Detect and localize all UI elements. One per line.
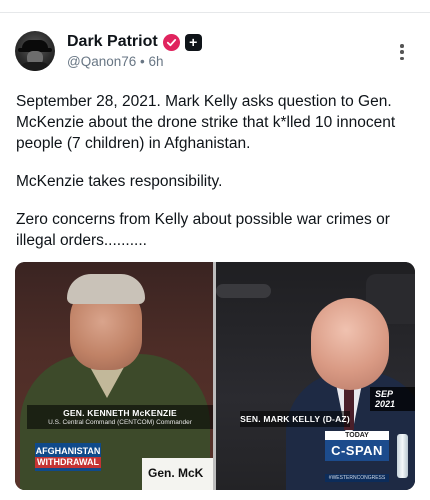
post-paragraph: Zero concerns from Kelly about possible … (16, 211, 390, 249)
more-dot (400, 50, 404, 54)
more-options-icon[interactable] (395, 42, 409, 62)
cspan-logo: C-SPAN (325, 440, 389, 461)
meta-separator: • (140, 54, 145, 69)
post-paragraph: September 28, 2021. Mark Kelly asks ques… (16, 93, 396, 152)
general-hair (67, 274, 145, 304)
author-handle[interactable]: @Qanon76 (67, 54, 136, 69)
verified-badge-icon (162, 33, 180, 51)
badge-line-2: WITHDRAWAL (35, 457, 101, 468)
background-lamp (216, 284, 271, 298)
post-timestamp[interactable]: 6h (149, 54, 164, 69)
left-caption-name: GEN. KENNETH McKENZIE (63, 408, 177, 418)
afghanistan-withdrawal-badge: AFGHANISTAN WITHDRAWAL (35, 443, 101, 471)
top-divider (0, 0, 430, 13)
date-tag: SEP 2021 (370, 387, 415, 411)
badge-line-1: AFGHANISTAN (35, 446, 101, 456)
post-body: September 28, 2021. Mark Kelly asks ques… (16, 91, 421, 268)
author-name-row: Dark Patriot + (67, 33, 202, 51)
cspan-today: TODAY (345, 432, 369, 439)
right-caption: SEN. MARK KELLY (D-AZ) (240, 411, 350, 427)
cspan-bug: TODAY C-SPAN (325, 431, 389, 461)
author-handle-row: @Qanon76 • 6h (67, 54, 164, 69)
author-display-name[interactable]: Dark Patriot (67, 33, 158, 51)
senator-head (311, 298, 389, 390)
nameplate: Gen. McK (142, 458, 213, 490)
more-dot (400, 56, 404, 60)
plus-badge-icon: + (184, 33, 202, 51)
cspan-ticker: #WESTERNCONGRESS (325, 474, 389, 482)
post-paragraph: McKenzie takes responsibility. (16, 173, 223, 190)
media-panel-left: GEN. KENNETH McKENZIE U.S. Central Comma… (15, 262, 213, 490)
left-caption: GEN. KENNETH McKENZIE U.S. Central Comma… (27, 405, 213, 429)
post-media-image[interactable]: GEN. KENNETH McKENZIE U.S. Central Comma… (15, 262, 415, 490)
avatar[interactable] (15, 31, 55, 71)
right-caption-name: SEN. MARK KELLY (D-AZ) (240, 414, 350, 424)
post-card[interactable]: Dark Patriot + @Qanon76 • 6h September 2… (0, 14, 430, 500)
left-caption-title: U.S. Central Command (CENTCOM) Commander (48, 419, 192, 426)
more-dot (400, 44, 404, 48)
water-bottle (397, 434, 408, 478)
avatar-coat (19, 62, 51, 71)
